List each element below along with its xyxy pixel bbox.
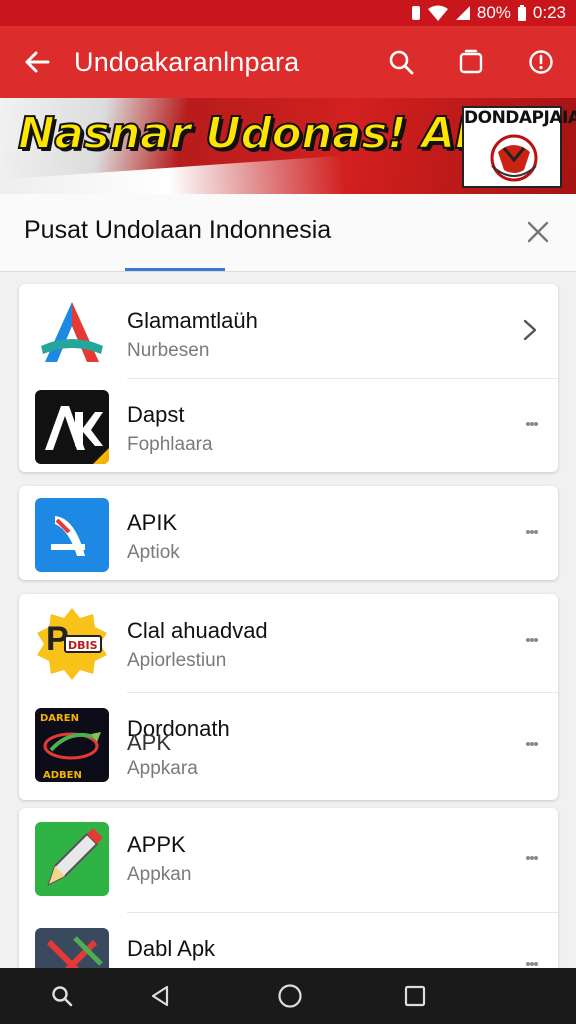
app-subtitle: Fophlaara — [127, 434, 213, 455]
app-name: Dabl Apk — [127, 936, 216, 961]
garuda-emblem-icon — [490, 134, 538, 182]
square-recents-icon — [404, 985, 426, 1007]
sim-icon — [411, 5, 421, 21]
promo-banner[interactable]: Nasnar Udonas! APK? DONDAPJAIA — [0, 98, 576, 194]
system-nav-bar — [0, 968, 576, 1024]
chevron-right-icon — [523, 319, 537, 341]
search-nav-button[interactable] — [42, 976, 82, 1016]
app-subtitle: Appkan — [127, 864, 192, 885]
more-options-button[interactable] — [517, 514, 547, 550]
status-bar: 80% 0:23 — [0, 0, 576, 26]
close-icon — [527, 221, 549, 243]
app-card: APIK Aptiok — [19, 486, 558, 580]
signal-icon — [455, 5, 471, 21]
share-button[interactable] — [436, 26, 506, 98]
list-item[interactable]: APIK Aptiok — [19, 486, 558, 580]
arrow-left-icon — [25, 51, 50, 73]
recents-nav-button[interactable] — [395, 976, 435, 1016]
app-subtitle: Apiorlestiun — [127, 650, 227, 671]
search-icon — [389, 50, 414, 75]
svg-text:DAREN: DAREN — [40, 713, 79, 724]
tab-indicator — [125, 268, 225, 271]
more-options-button[interactable] — [517, 840, 547, 876]
sheet-title: Pusat Undolaan Indonnesia — [24, 216, 332, 244]
list-item[interactable]: APPK Appkan — [19, 808, 558, 912]
search-icon — [52, 986, 73, 1007]
info-icon — [529, 50, 553, 74]
sheet-header: Pusat Undolaan Indonnesia — [0, 194, 576, 272]
list-item[interactable]: DAREN ADBEN Dordonath APK Appkara — [19, 692, 558, 800]
app-card: P DBIS Clal ahuadvad Apiorlestiun DAREN … — [19, 594, 558, 800]
app-icon — [35, 822, 109, 896]
list-item[interactable]: Dapst Fophlaara — [19, 378, 558, 472]
open-button[interactable] — [515, 312, 545, 348]
close-button[interactable] — [520, 214, 556, 250]
app-name: APIK — [127, 510, 178, 535]
home-circle-icon — [278, 984, 302, 1008]
app-bar-title: Undoakaranlnpara — [74, 46, 300, 77]
svg-text:DBIS: DBIS — [68, 639, 98, 652]
list-item[interactable]: Glamamtlaüh Nurbesen — [19, 284, 558, 378]
app-icon: DAREN ADBEN — [35, 708, 109, 782]
search-button[interactable] — [366, 26, 436, 98]
app-name-overlay: APK — [127, 730, 172, 755]
app-card: APPK Appkan Dabl Apk — [19, 808, 558, 968]
emblem-badge: DONDAPJAIA — [462, 106, 576, 188]
back-nav-button[interactable] — [140, 976, 180, 1016]
wifi-icon — [427, 5, 449, 21]
app-name: Dapst — [127, 402, 185, 427]
home-nav-button[interactable] — [270, 976, 310, 1016]
more-options-button[interactable] — [517, 946, 547, 968]
app-subtitle: Nurbesen — [127, 340, 210, 361]
battery-percent: 80% — [476, 3, 511, 22]
list-item[interactable]: P DBIS Clal ahuadvad Apiorlestiun — [19, 594, 558, 692]
more-options-button[interactable] — [517, 726, 547, 762]
app-subtitle: Aptiok — [127, 542, 180, 563]
app-name: Glamamtlaüh — [127, 308, 258, 333]
list-item[interactable]: Dabl Apk — [19, 912, 558, 968]
bottom-sheet: Pusat Undolaan Indonnesia Glamamtlaüh Nu… — [0, 194, 576, 968]
app-card: Glamamtlaüh Nurbesen Dapst Fophlaara — [19, 284, 558, 472]
app-icon — [35, 296, 109, 370]
app-subtitle: Appkara — [127, 758, 198, 779]
share-icon — [459, 49, 483, 74]
app-icon: P DBIS — [35, 606, 109, 680]
app-bar: Undoakaranlnpara — [0, 26, 576, 98]
app-name: Clal ahuadvad — [127, 618, 268, 643]
app-icon — [35, 498, 109, 572]
clock: 0:23 — [532, 3, 566, 22]
more-options-button[interactable] — [517, 406, 547, 442]
back-button[interactable] — [0, 26, 74, 98]
battery-icon — [517, 5, 527, 21]
svg-text:ADBEN: ADBEN — [43, 770, 82, 781]
app-name: APPK — [127, 832, 186, 857]
info-button[interactable] — [506, 26, 576, 98]
triangle-back-icon — [151, 985, 169, 1007]
app-icon — [35, 928, 109, 968]
more-options-button[interactable] — [517, 622, 547, 658]
app-icon — [35, 390, 109, 464]
